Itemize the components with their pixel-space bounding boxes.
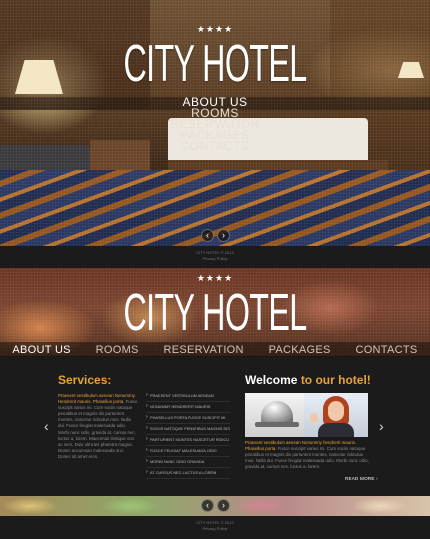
main-nav: ABOUT US ROOMS RESERVATION PACKAGES CONT…	[0, 342, 430, 357]
welcome-heading: Welcome to our hotel!	[245, 373, 371, 387]
services-list-item[interactable]: AT CURSUS NEC LUCTUS A LOREM	[146, 468, 230, 479]
content-prev-arrow[interactable]: ‹	[44, 418, 49, 434]
services-intro-highlight: Praesent vestibulum aenean Nonummy. Hend…	[58, 393, 136, 405]
services-intro-body: Fusce suscipit varius mi. Cum sociis nat…	[58, 399, 138, 459]
page-slider-pager: ‹ ›	[201, 499, 230, 512]
menu-item-contacts[interactable]: CONTACTS	[0, 140, 430, 152]
nav-contacts[interactable]: CONTACTS	[355, 344, 417, 356]
nav-reservation[interactable]: RESERVATION	[163, 344, 243, 356]
woman-body	[318, 423, 354, 437]
page-footer-privacy-link[interactable]: Privacy Policy	[0, 526, 430, 531]
services-list: PRAESENT VESTIBULUM AENEAN NONUMMY HENDR…	[146, 391, 230, 479]
services-heading: Services:	[58, 373, 112, 387]
hero-footer-copyright: CITY HOTEL © 2012	[196, 250, 234, 255]
services-list-item[interactable]: PARTURIENT MONTES NASCETUR RIDICU	[146, 435, 230, 446]
woman-face	[328, 401, 344, 421]
hero-footer-privacy-link[interactable]: Privacy Policy	[0, 256, 430, 261]
nav-rooms[interactable]: ROOMS	[96, 344, 139, 356]
page-footer-copyright: CITY HOTEL © 2012	[196, 520, 234, 525]
welcome-heading-prefix: Welcome	[245, 373, 301, 387]
services-list-item[interactable]: PHASELLUS PORTA FUSCE SUSCIPIT MI	[146, 413, 230, 424]
content-next-arrow[interactable]: ›	[379, 418, 384, 434]
page-hotel-stars: ★★★★	[196, 273, 234, 283]
services-list-item[interactable]: NONUMMY HENDRERIT MAURIS	[146, 402, 230, 413]
prev-slide-button[interactable]: ‹	[201, 229, 214, 242]
hotel-logo-title[interactable]: CITY HOTEL	[82, 35, 349, 93]
bell-dome	[261, 401, 293, 423]
services-list-item[interactable]: SOCIIS NATOQUE PENATIBUS MAGNIS DIS	[146, 424, 230, 435]
next-slide-button[interactable]: ›	[217, 499, 230, 512]
welcome-heading-accent: to our hotel!	[300, 373, 371, 387]
woman-hand	[310, 413, 318, 423]
nav-about-us[interactable]: ABOUT US	[12, 344, 70, 356]
services-list-item[interactable]: PRAESENT VESTIBULUM AENEAN	[146, 391, 230, 402]
prev-slide-button[interactable]: ‹	[201, 499, 214, 512]
services-list-item[interactable]: FUSCE FEUGIAT MALESUADA ODIO	[146, 446, 230, 457]
hero-menu: ABOUT US ROOMS RESERVATION PACKAGES CONT…	[0, 96, 430, 152]
page-logo-title[interactable]: CITY HOTEL	[82, 284, 349, 342]
service-bell-image	[245, 393, 309, 437]
hotel-stars: ★★★★	[196, 24, 234, 34]
services-intro: Praesent vestibulum aenean Nonummy. Hend…	[58, 393, 138, 460]
welcome-text: Praesent vestibulum aenean Nonummy hendr…	[245, 440, 371, 470]
bell-base	[255, 422, 299, 427]
nav-packages[interactable]: PACKAGES	[269, 344, 331, 356]
read-more-link[interactable]: READ MORE ›	[345, 476, 378, 481]
hero-slider-pager: ‹ ›	[201, 229, 230, 242]
services-list-item[interactable]: MORBI NUNC ODIO GRAVIDA	[146, 457, 230, 468]
next-slide-button[interactable]: ›	[217, 229, 230, 242]
receptionist-image	[304, 393, 368, 437]
